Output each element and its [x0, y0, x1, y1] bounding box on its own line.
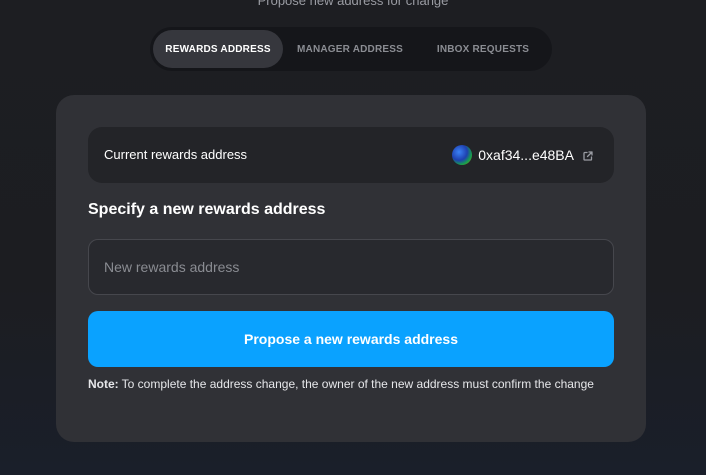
tab-rewards-address[interactable]: REWARDS ADDRESS: [153, 30, 283, 68]
tab-manager-address[interactable]: MANAGER ADDRESS: [283, 30, 417, 68]
current-address-row: Current rewards address 0xaf34...e48BA: [88, 127, 614, 183]
new-rewards-address-input[interactable]: [88, 239, 614, 295]
current-address-link[interactable]: 0xaf34...e48BA: [452, 127, 594, 183]
note-body: To complete the address change, the owne…: [121, 377, 594, 391]
current-address-value: 0xaf34...e48BA: [478, 147, 574, 163]
new-address-heading: Specify a new rewards address: [88, 201, 326, 218]
note-text: Note: To complete the address change, the…: [88, 377, 628, 391]
address-tabs: REWARDS ADDRESS MANAGER ADDRESS INBOX RE…: [150, 27, 552, 71]
external-link-icon[interactable]: [582, 149, 594, 161]
current-address-label: Current rewards address: [104, 147, 248, 162]
propose-address-button[interactable]: Propose a new rewards address: [88, 311, 614, 367]
address-avatar: [452, 145, 473, 165]
note-label: Note:: [88, 377, 119, 391]
page-subtitle: Propose new address for change: [257, 0, 449, 8]
rewards-address-card: Current rewards address 0xaf34...e48BA S…: [56, 95, 646, 442]
tab-inbox-requests[interactable]: INBOX REQUESTS: [417, 30, 549, 68]
